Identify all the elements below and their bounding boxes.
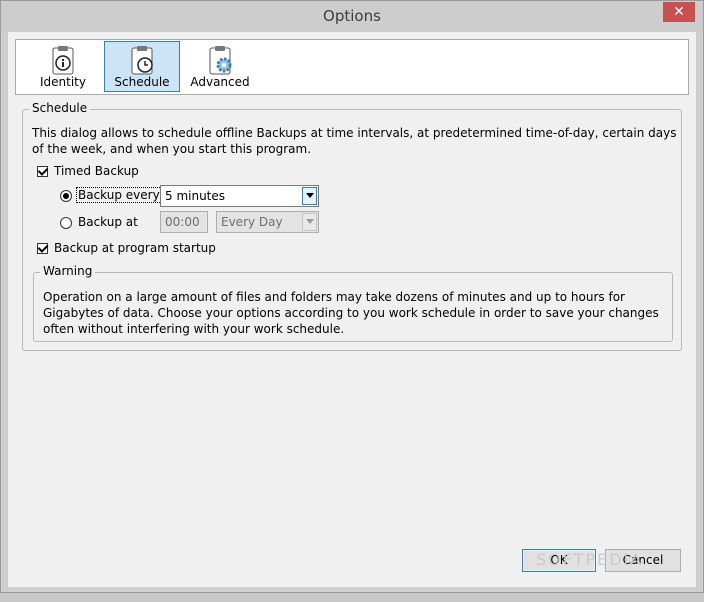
title-bar[interactable]: Options ✕	[1, 1, 703, 32]
warning-group: Warning Operation on a large amount of f…	[33, 264, 673, 342]
clipboard-info-icon	[52, 46, 74, 75]
backup-interval-value: 5 minutes	[165, 189, 226, 203]
backup-day-select[interactable]: Every Day	[216, 211, 319, 233]
tab-advanced[interactable]: Advanced	[184, 41, 256, 92]
category-toolbar: Identity Schedule Advanced	[15, 39, 689, 95]
watermark: SOFTPEDIA	[536, 550, 644, 569]
close-button[interactable]: ✕	[663, 2, 695, 22]
tab-identity[interactable]: Identity	[27, 41, 99, 92]
backup-time-field[interactable]: 00:00	[160, 211, 208, 233]
dialog-client: Identity Schedule Advanced Schedule This…	[8, 32, 696, 587]
backup-at-label: Backup at	[78, 215, 138, 229]
timed-backup-label: Timed Backup	[54, 164, 139, 178]
clipboard-clock-icon	[131, 46, 153, 75]
backup-interval-select[interactable]: 5 minutes	[160, 185, 319, 207]
options-window: Options ✕ Identity Schedule Advanced Sch…	[0, 0, 704, 593]
clipboard-gear-icon	[209, 46, 232, 75]
backup-every-label: Backup every	[76, 187, 162, 203]
tab-schedule[interactable]: Schedule	[104, 41, 180, 92]
startup-backup-label: Backup at program startup	[54, 241, 216, 255]
warning-text: Operation on a large amount of files and…	[43, 290, 659, 336]
warning-group-title: Warning	[40, 264, 96, 278]
tab-schedule-label: Schedule	[114, 75, 170, 89]
backup-at-radio[interactable]	[60, 217, 72, 229]
tab-advanced-label: Advanced	[190, 75, 250, 89]
tab-identity-label: Identity	[40, 75, 86, 89]
schedule-group-title: Schedule	[29, 101, 91, 115]
timed-backup-checkbox[interactable]	[37, 166, 48, 177]
chevron-down-icon[interactable]	[302, 213, 317, 231]
schedule-description: This dialog allows to schedule offline B…	[32, 126, 677, 156]
backup-every-radio[interactable]	[60, 190, 72, 202]
window-title: Options	[323, 7, 381, 25]
backup-day-value: Every Day	[221, 215, 283, 229]
startup-backup-checkbox[interactable]	[37, 243, 48, 254]
close-icon: ✕	[673, 4, 685, 20]
backup-time-value: 00:00	[165, 215, 200, 229]
chevron-down-icon[interactable]	[302, 187, 317, 205]
schedule-group: Schedule This dialog allows to schedule …	[22, 101, 682, 351]
